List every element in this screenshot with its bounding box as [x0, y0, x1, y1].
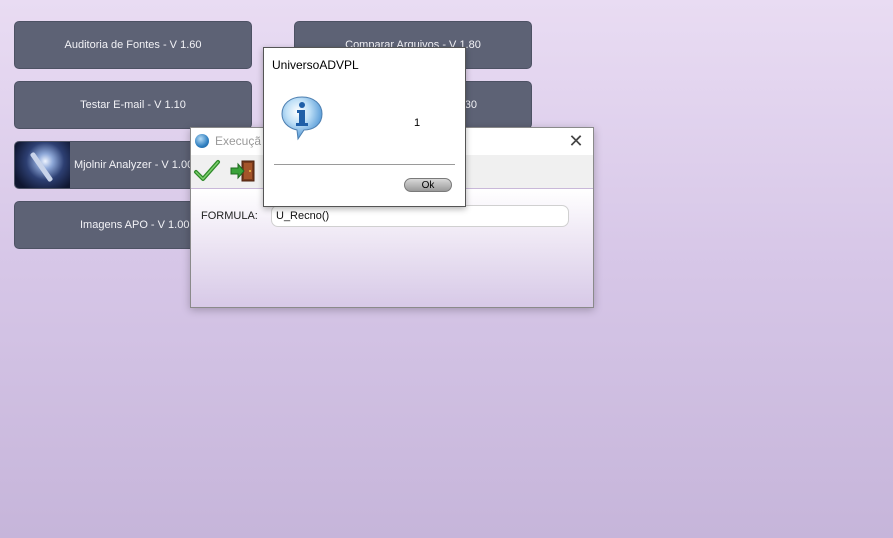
tile-label: Auditoria de Fontes - V 1.60 — [64, 39, 202, 51]
tile-label: Mjolnir Analyzer - V 1.00 — [74, 159, 194, 171]
message-box-title: UniversoADVPL — [272, 58, 359, 72]
info-icon — [278, 94, 326, 142]
exit-button[interactable] — [229, 158, 257, 184]
tile-label: Testar E-mail - V 1.10 — [80, 99, 186, 111]
message-box: UniversoADVPL 1 Ok — [263, 47, 466, 207]
tile-auditoria-fontes[interactable]: Auditoria de Fontes - V 1.60 — [14, 21, 252, 69]
formula-label: FORMULA: — [201, 210, 258, 222]
ok-button[interactable]: Ok — [404, 178, 452, 192]
divider — [274, 164, 455, 165]
confirm-button[interactable] — [193, 158, 221, 184]
checkmark-icon — [194, 160, 220, 181]
tile-label: Imagens APO - V 1.00 — [80, 219, 190, 231]
mjolnir-hammer-icon — [15, 142, 70, 188]
formula-input[interactable] — [271, 205, 569, 227]
close-button[interactable]: ✕ — [565, 130, 587, 152]
app-logo-icon — [195, 134, 209, 148]
dialog-title: Execuçã — [215, 134, 262, 148]
tile-testar-email[interactable]: Testar E-mail - V 1.10 — [14, 81, 252, 129]
exit-door-icon — [230, 160, 255, 182]
tile-label: 30 — [464, 99, 477, 111]
message-text: 1 — [414, 117, 421, 129]
